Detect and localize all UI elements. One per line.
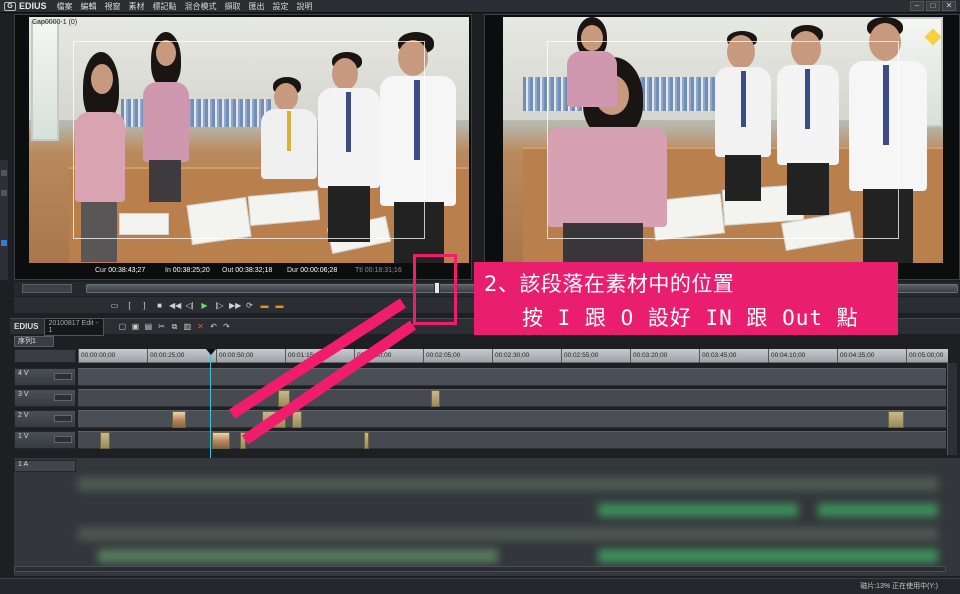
pointer-line-lower bbox=[241, 320, 417, 445]
in-out-highlight-box bbox=[413, 254, 457, 325]
callout-line-1: 2、該段落在素材中的位置 bbox=[484, 272, 735, 296]
pointer-line-upper bbox=[229, 298, 406, 419]
tutorial-callout: 2、該段落在素材中的位置 按 I 跟 O 設好 IN 跟 Out 點 bbox=[474, 262, 898, 335]
callout-line-2: 按 I 跟 O 設好 IN 跟 Out 點 bbox=[522, 306, 859, 330]
